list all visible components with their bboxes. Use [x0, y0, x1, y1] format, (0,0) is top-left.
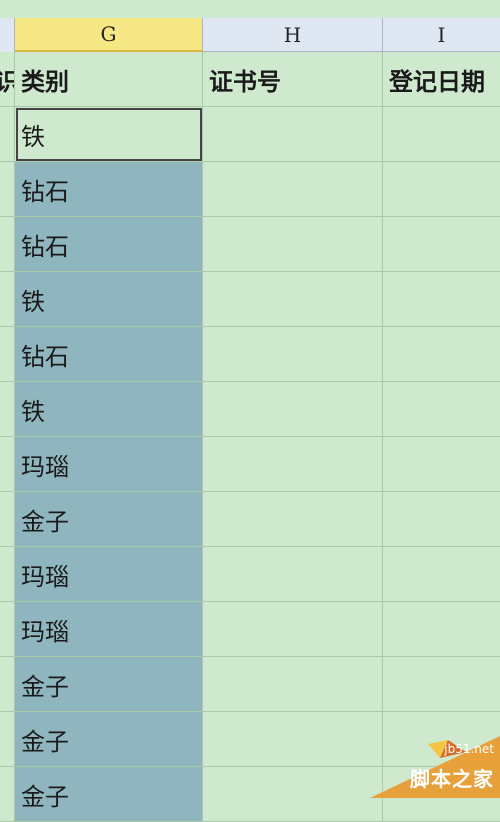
- cell-f[interactable]: [0, 712, 15, 767]
- watermark-text: 脚本之家: [410, 767, 494, 791]
- formula-bar-strip: [0, 0, 500, 19]
- cell-category[interactable]: 金子: [15, 492, 203, 547]
- cell-certificate-no[interactable]: [203, 327, 383, 382]
- cell-register-date[interactable]: [383, 547, 500, 602]
- cell-category[interactable]: 玛瑙: [15, 602, 203, 657]
- table-row: 铁: [0, 382, 500, 437]
- column-header-h[interactable]: H: [203, 18, 383, 52]
- cell-register-date[interactable]: [383, 382, 500, 437]
- header-row: 识 类别 证书号 登记日期: [0, 52, 500, 107]
- cell-f[interactable]: [0, 437, 15, 492]
- cell-f[interactable]: [0, 657, 15, 712]
- cell-f[interactable]: [0, 767, 15, 822]
- cell-category[interactable]: 玛瑙: [15, 437, 203, 492]
- cell-category[interactable]: 金子: [15, 657, 203, 712]
- header-cell-category[interactable]: 类别: [15, 52, 203, 107]
- cell-register-date[interactable]: [383, 162, 500, 217]
- cell-f[interactable]: [0, 162, 15, 217]
- cell-certificate-no[interactable]: [203, 217, 383, 272]
- table-row: 铁: [0, 107, 500, 162]
- cell-register-date[interactable]: [383, 657, 500, 712]
- cell-f[interactable]: [0, 272, 15, 327]
- cell-f[interactable]: [0, 107, 15, 162]
- cell-certificate-no[interactable]: [203, 657, 383, 712]
- cell-register-date[interactable]: [383, 602, 500, 657]
- watermark: jb51.net 脚本之家: [370, 736, 500, 798]
- cell-register-date[interactable]: [383, 107, 500, 162]
- cell-certificate-no[interactable]: [203, 602, 383, 657]
- cell-register-date[interactable]: [383, 272, 500, 327]
- cell-category[interactable]: 钻石: [15, 217, 203, 272]
- cell-f[interactable]: [0, 327, 15, 382]
- cell-certificate-no[interactable]: [203, 382, 383, 437]
- cell-certificate-no[interactable]: [203, 272, 383, 327]
- cell-category[interactable]: 金子: [15, 712, 203, 767]
- cell-register-date[interactable]: [383, 437, 500, 492]
- table-row: 钻石: [0, 162, 500, 217]
- cell-category[interactable]: 金子: [15, 767, 203, 822]
- header-cell-certificate-no[interactable]: 证书号: [203, 52, 383, 107]
- cell-category[interactable]: 钻石: [15, 327, 203, 382]
- cell-category[interactable]: 玛瑙: [15, 547, 203, 602]
- table-row: 玛瑙: [0, 437, 500, 492]
- cell-f[interactable]: [0, 492, 15, 547]
- watermark-url: jb51.net: [444, 742, 494, 756]
- cell-certificate-no[interactable]: [203, 767, 383, 822]
- cell-certificate-no[interactable]: [203, 492, 383, 547]
- table-row: 金子: [0, 492, 500, 547]
- cell-f[interactable]: [0, 547, 15, 602]
- cell-certificate-no[interactable]: [203, 437, 383, 492]
- cell-f[interactable]: [0, 602, 15, 657]
- column-header-i[interactable]: I: [383, 18, 500, 52]
- cell-f[interactable]: [0, 382, 15, 437]
- cell-certificate-no[interactable]: [203, 547, 383, 602]
- table-row: 玛瑙: [0, 602, 500, 657]
- table-row: 铁: [0, 272, 500, 327]
- cell-category[interactable]: 铁: [15, 382, 203, 437]
- cell-register-date[interactable]: [383, 492, 500, 547]
- table-row: 金子: [0, 657, 500, 712]
- cell-certificate-no[interactable]: [203, 107, 383, 162]
- table-row: 钻石: [0, 327, 500, 382]
- cell-f[interactable]: [0, 217, 15, 272]
- cell-certificate-no[interactable]: [203, 162, 383, 217]
- cell-category[interactable]: 铁: [15, 107, 203, 162]
- cell-register-date[interactable]: [383, 217, 500, 272]
- column-header-f[interactable]: [0, 18, 15, 52]
- cell-certificate-no[interactable]: [203, 712, 383, 767]
- cell-category[interactable]: 铁: [15, 272, 203, 327]
- cell-category[interactable]: 钻石: [15, 162, 203, 217]
- header-cell-f[interactable]: 识: [0, 52, 15, 107]
- table-row: 玛瑙: [0, 547, 500, 602]
- table-row: 钻石: [0, 217, 500, 272]
- header-cell-register-date[interactable]: 登记日期: [383, 52, 500, 107]
- cell-register-date[interactable]: [383, 327, 500, 382]
- column-header-g[interactable]: G: [15, 18, 203, 52]
